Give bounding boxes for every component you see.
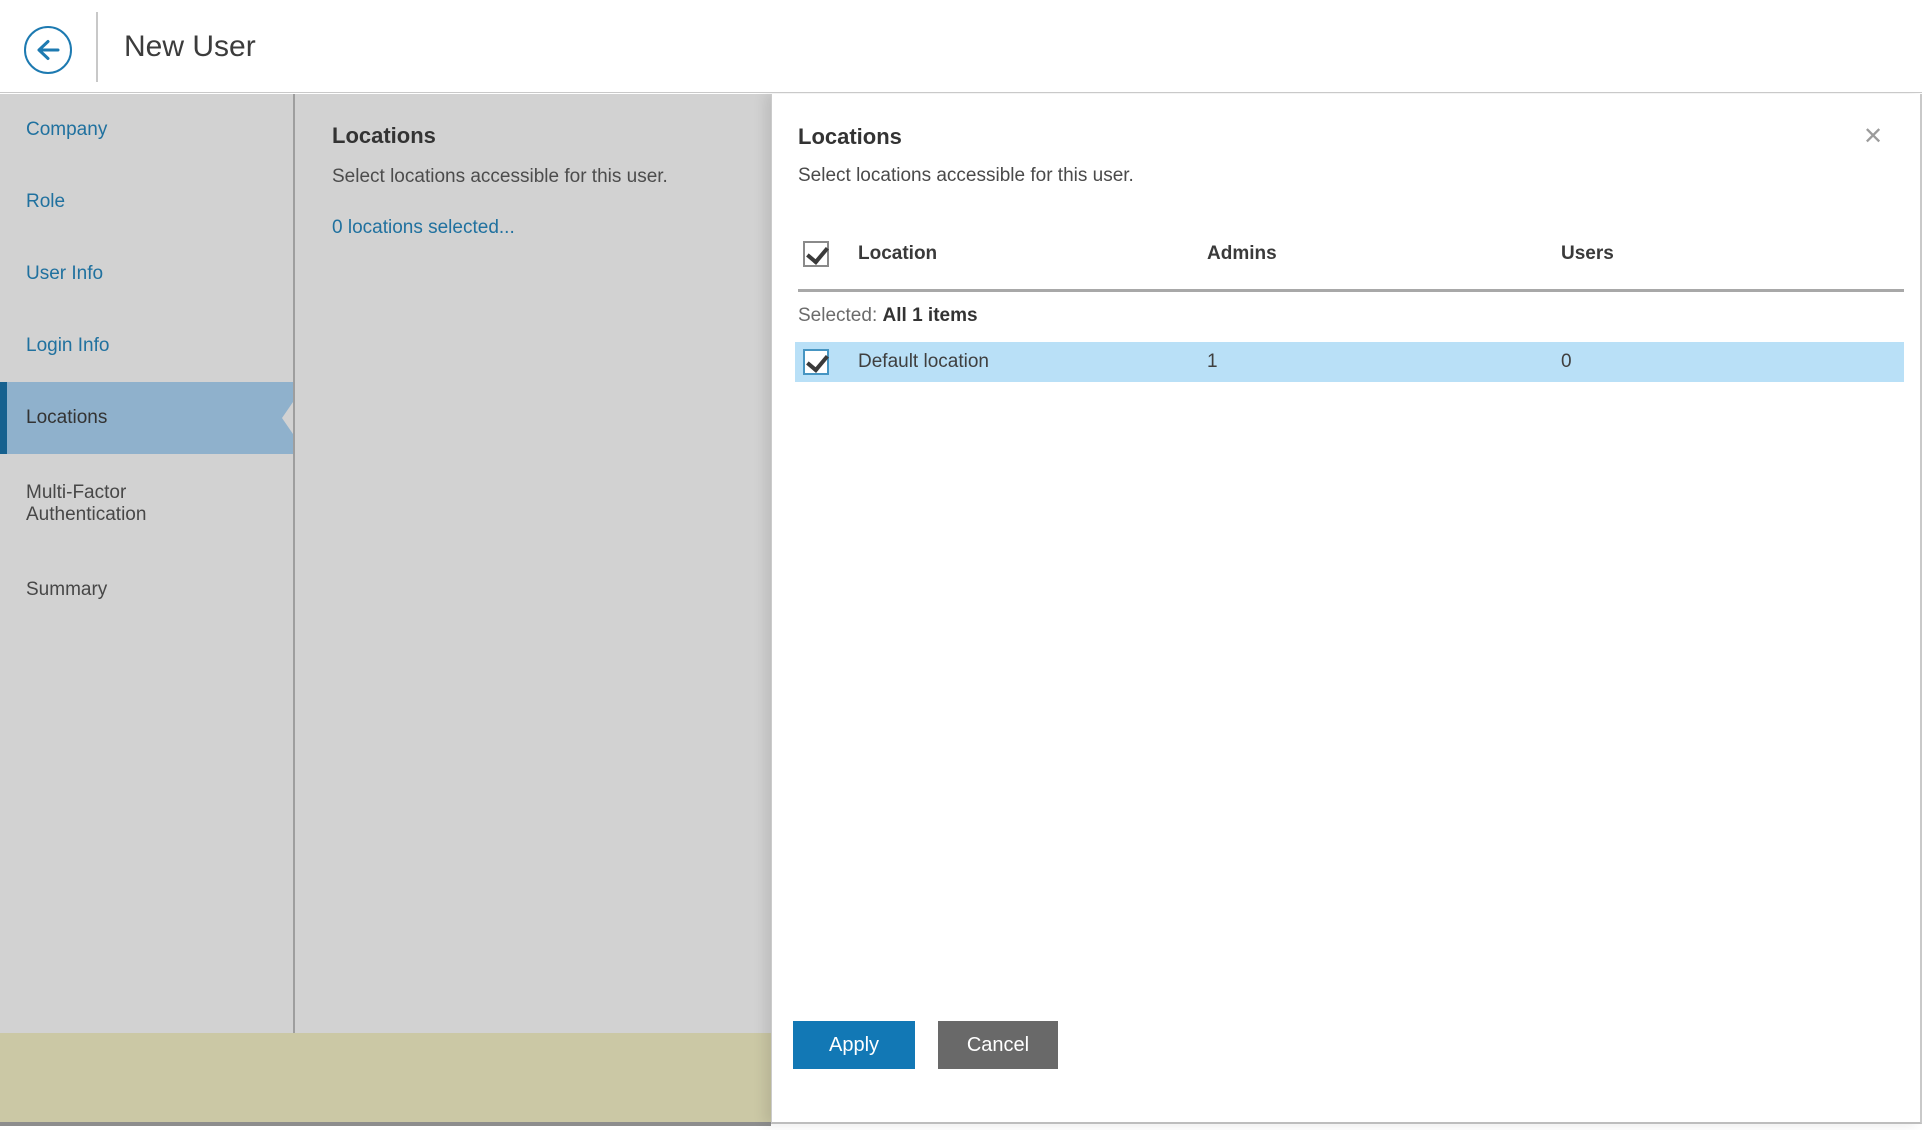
- sidebar-item-label: Login Info: [26, 335, 109, 357]
- back-button[interactable]: [24, 26, 72, 74]
- locations-dialog: ✕ Locations Select locations accessible …: [771, 94, 1922, 1124]
- column-header-admins: Admins: [1207, 243, 1561, 265]
- dialog-subtitle: Select locations accessible for this use…: [798, 163, 1920, 189]
- sidebar-item-label: Multi-Factor Authentication: [26, 482, 216, 526]
- step-title: Locations: [332, 123, 751, 149]
- back-arrow-icon: [33, 35, 63, 65]
- sidebar-item-locations[interactable]: Locations: [0, 382, 293, 454]
- row-admins: 1: [1207, 351, 1561, 373]
- sidebar-item-company[interactable]: Company: [0, 94, 293, 166]
- selected-summary-label: Selected:: [798, 305, 877, 326]
- sidebar-item-multi-factor-authentication[interactable]: Multi-Factor Authentication: [0, 454, 293, 554]
- header: New User: [0, 0, 1922, 93]
- sidebar-item-label: Locations: [26, 407, 107, 429]
- sidebar-item-label: Role: [26, 191, 65, 213]
- select-all-checkbox[interactable]: [803, 241, 829, 267]
- dialog-buttons: Apply Cancel: [793, 1021, 1058, 1069]
- column-header-location: Location: [858, 243, 1207, 265]
- sidebar-item-label: User Info: [26, 263, 103, 285]
- sidebar-item-label: Company: [26, 119, 107, 141]
- row-location: Default location: [858, 351, 1207, 373]
- apply-button[interactable]: Apply: [793, 1021, 915, 1069]
- sidebar-item-role[interactable]: Role: [0, 166, 293, 238]
- locations-selected-link[interactable]: 0 locations selected...: [332, 217, 515, 239]
- wizard-footer-strip: [0, 1033, 771, 1126]
- header-divider: [96, 12, 98, 82]
- table-row[interactable]: Default location 1 0: [795, 342, 1904, 382]
- sidebar-item-login-info[interactable]: Login Info: [0, 310, 293, 382]
- sidebar-item-user-info[interactable]: User Info: [0, 238, 293, 310]
- table-header-divider: [798, 289, 1904, 292]
- locations-step-panel: Locations Select locations accessible fo…: [295, 94, 771, 1033]
- selected-summary: Selected: All 1 items: [798, 304, 1904, 328]
- new-user-wizard: New User Company Role User Info Login In…: [0, 0, 1922, 1130]
- row-checkbox[interactable]: [803, 349, 829, 375]
- table-header: Location Admins Users: [798, 239, 1904, 269]
- selected-summary-value: All 1 items: [883, 305, 978, 326]
- page-title: New User: [124, 0, 256, 93]
- dialog-title: Locations: [798, 123, 1920, 151]
- row-users: 0: [1561, 351, 1904, 373]
- sidebar-item-label: Summary: [26, 579, 107, 601]
- wizard-steps-sidebar: Company Role User Info Login Info Locati…: [0, 94, 293, 1033]
- step-subtitle: Select locations accessible for this use…: [332, 164, 751, 190]
- column-header-users: Users: [1561, 243, 1904, 265]
- close-icon[interactable]: ✕: [1856, 120, 1890, 154]
- cancel-button[interactable]: Cancel: [938, 1021, 1058, 1069]
- sidebar-item-summary[interactable]: Summary: [0, 554, 293, 626]
